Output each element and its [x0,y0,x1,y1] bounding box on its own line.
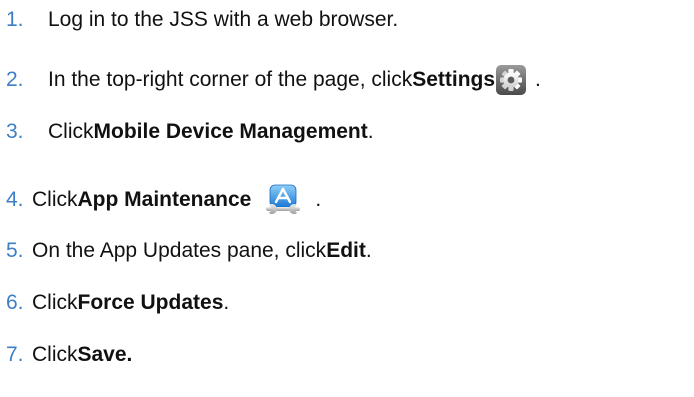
step-6: 6. Click Force Updates . [6,289,229,317]
step-number: 6. [6,291,24,314]
step-3: 3. Click Mobile Device Management . [6,118,374,146]
step-2: 2. In the top-right corner of the page, … [6,64,541,96]
step-text: Click [32,343,78,366]
step-text-end: . [367,120,374,143]
force-updates-label: Force Updates [77,291,224,314]
step-text: Click [32,291,78,314]
step-number: 7. [6,343,24,366]
step-text-end: . [365,239,372,262]
step-text-end: . [535,68,541,91]
app-maintenance-label: App Maintenance [77,188,252,211]
edit-label: Edit [326,239,366,262]
step-text: Click [32,188,78,211]
gear-icon [495,64,527,96]
settings-label: Settings [412,68,496,91]
step-text-end: . [315,188,322,211]
step-5: 5. On the App Updates pane, click Edit . [6,237,372,265]
step-text: Click [48,120,94,143]
app-store-wrench-icon [263,184,305,216]
step-text: On the App Updates pane, click [32,239,327,262]
step-text: In the top-right corner of the page, cli… [48,68,413,91]
step-number: 1. [6,8,24,31]
step-number: 4. [6,188,24,211]
step-number: 2. [6,68,24,91]
instruction-steps: 1. Log in to the JSS with a web browser.… [0,0,694,397]
step-1: 1. Log in to the JSS with a web browser. [6,6,398,34]
step-number: 3. [6,120,24,143]
step-text-end: . [223,291,230,314]
step-number: 5. [6,239,24,262]
mobile-device-management-label: Mobile Device Management [93,120,368,143]
save-label: Save. [77,343,133,366]
step-7: 7. Click Save. [6,341,132,369]
step-4: 4. Click App Maintenance . [6,184,321,216]
step-text: Log in to the JSS with a web browser. [48,8,399,31]
